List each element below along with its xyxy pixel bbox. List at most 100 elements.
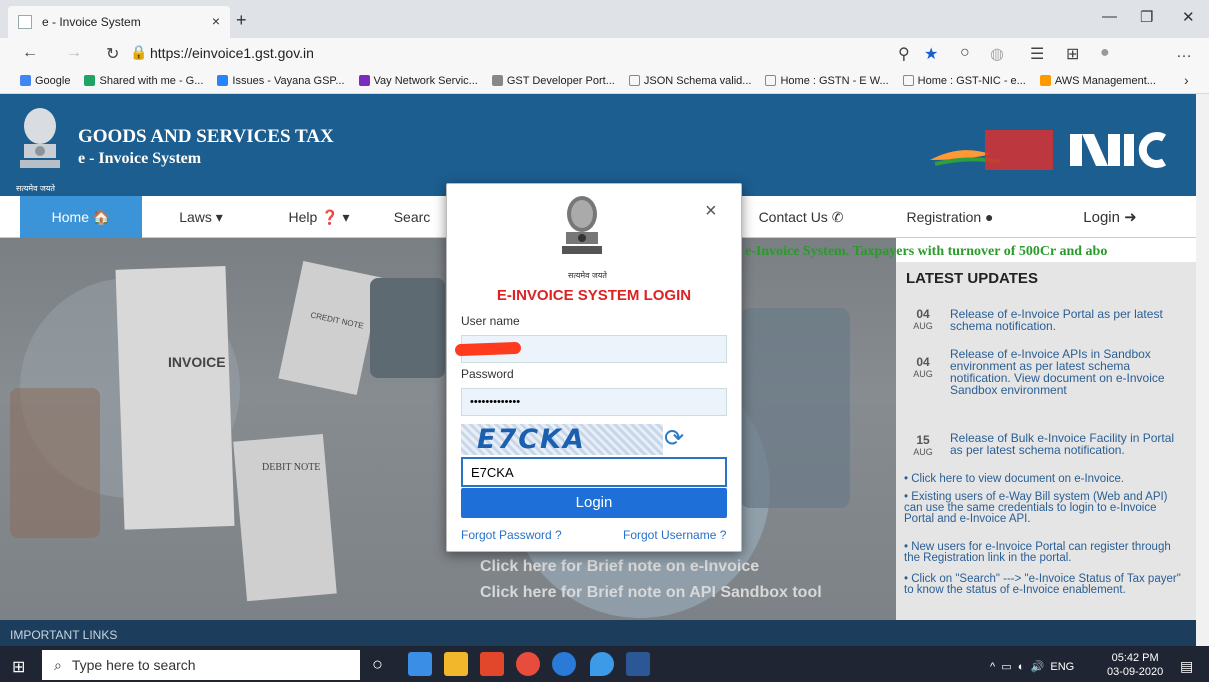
refresh-icon[interactable]: ↻ [106, 44, 119, 64]
favorites-list-icon[interactable]: ☰ [1030, 44, 1044, 64]
url-field[interactable]: https://einvoice1.gst.gov.in [150, 45, 314, 61]
username-label: User name [461, 314, 520, 328]
sublime-icon[interactable] [480, 652, 504, 676]
back-icon[interactable]: ← [22, 44, 38, 62]
tab-favicon-icon [18, 15, 32, 29]
update-item[interactable]: Release of Bulk e-Invoice Facility in Po… [950, 432, 1186, 456]
nav-search[interactable]: Searc [378, 196, 446, 238]
captcha-refresh-icon[interactable]: ⟳ [664, 424, 684, 453]
update-date: 04 AUG [913, 355, 933, 379]
favorite-star-icon[interactable]: ★ [924, 44, 938, 64]
profile-icon[interactable]: ● [1100, 44, 1110, 62]
google-icon [20, 75, 31, 86]
cortana-icon[interactable]: ○ [372, 654, 383, 675]
tab-close-icon[interactable]: × [212, 13, 220, 29]
notifications-icon[interactable]: ▤ [1180, 658, 1193, 675]
brief-note-einvoice-link[interactable]: Click here for Brief note on e-Invoice [480, 558, 759, 576]
latest-updates-title: LATEST UPDATES [906, 270, 1038, 287]
page-scrollbar[interactable] [1196, 94, 1209, 646]
national-emblem-icon [20, 108, 60, 168]
update-item[interactable]: Release of e-Invoice Portal as per lates… [950, 308, 1186, 332]
info-bullet[interactable]: • Click on "Search" ---> "e-Invoice Stat… [904, 573, 1186, 596]
update-item[interactable]: Release of e-Invoice APIs in Sandbox env… [950, 348, 1186, 396]
taskbar-clock[interactable]: 05:42 PM 03-09-2020 [1107, 651, 1163, 679]
bookmark-vay-network[interactable]: Vay Network Servic... [358, 75, 478, 87]
bookmark-aws[interactable]: AWS Management... [1039, 75, 1156, 87]
bookmark-gst-nic[interactable]: Home : GST-NIC - e... [902, 75, 1026, 87]
modal-close-icon[interactable]: × [705, 200, 717, 223]
bookmark-google[interactable]: Google [20, 75, 70, 87]
site-title: GOODS AND SERVICES TAX [78, 126, 334, 147]
emblem-motto: सत्यमेव जयते [568, 271, 607, 280]
nav-laws[interactable]: Laws ▾ [142, 196, 260, 238]
tab-title: e - Invoice System [42, 15, 141, 29]
collections-icon[interactable]: ⊞ [1066, 44, 1079, 64]
lock-icon: 🔒 [130, 44, 148, 60]
nav-registration[interactable]: Registration ● [880, 196, 1020, 238]
window-close-icon[interactable]: ✕ [1182, 8, 1195, 26]
nav-home[interactable]: Home 🏠 [20, 196, 142, 238]
announcement-marquee: e-Invoice System. Taxpayers with turnove… [745, 244, 1108, 259]
nav-contact-us[interactable]: Contact Us ✆ [742, 196, 860, 238]
sticky-notes-icon[interactable] [444, 652, 468, 676]
app-icon[interactable] [408, 652, 432, 676]
app-drop-icon[interactable] [590, 652, 614, 676]
site-subtitle: e - Invoice System [78, 150, 202, 167]
forgot-password-link[interactable]: Forgot Password ? [461, 528, 562, 542]
chrome-icon[interactable] [516, 652, 540, 676]
captcha-input[interactable]: E7CKA [461, 457, 727, 487]
drive-icon [84, 75, 96, 86]
brief-note-sandbox-link[interactable]: Click here for Brief note on API Sandbox… [480, 584, 822, 602]
info-bullet[interactable]: • Existing users of e-Way Bill system (W… [904, 491, 1186, 525]
forgot-username-link[interactable]: Forgot Username ? [623, 528, 726, 542]
menu-dots-icon[interactable]: … [1176, 44, 1192, 62]
taskbar-search[interactable]: ⌕ Type here to search [42, 650, 360, 680]
invoice-paper-label: INVOICE [168, 354, 226, 370]
app-icon [358, 75, 370, 86]
important-links-bar[interactable]: IMPORTANT LINKS [0, 620, 1196, 646]
emblem-motto: सत्यमेव जयते [16, 184, 55, 193]
password-label: Password [461, 367, 514, 381]
info-bullet[interactable]: • New users for e-Invoice Portal can reg… [904, 541, 1186, 564]
nav-login[interactable]: Login ➜ [1040, 196, 1180, 238]
national-emblem-icon [562, 196, 602, 254]
system-tray[interactable]: ^ ▭ ◐ 🔊 ENG [990, 660, 1074, 673]
password-input[interactable]: ••••••••••••• [461, 388, 727, 416]
nav-help[interactable]: Help ❓ ▾ [260, 196, 378, 238]
zoom-icon[interactable]: ⚲ [898, 44, 910, 64]
jira-icon [217, 75, 229, 86]
bookmark-vayana-issues[interactable]: Issues - Vayana GSP... [217, 75, 345, 87]
maximize-icon[interactable]: ❐ [1140, 8, 1153, 26]
national-tax-market-logo [930, 130, 1053, 170]
page-icon [902, 75, 914, 86]
forward-icon[interactable]: → [66, 44, 82, 62]
browser-tab[interactable]: e - Invoice System × [8, 6, 230, 38]
word-icon[interactable] [626, 652, 650, 676]
new-tab-button[interactable]: + [236, 10, 247, 31]
minimize-icon[interactable]: — [1102, 8, 1117, 25]
extension-icon[interactable]: ○ [960, 44, 970, 62]
captcha-image: E7CKA [461, 424, 663, 455]
extension2-icon[interactable]: ◍ [990, 44, 1004, 64]
login-title: E-INVOICE SYSTEM LOGIN [496, 287, 692, 304]
nic-logo [1070, 132, 1167, 168]
debit-note-label: DEBIT NOTE [262, 462, 321, 473]
page-icon [765, 75, 777, 86]
bookmark-gst-developer[interactable]: GST Developer Port... [491, 75, 615, 87]
login-button[interactable]: Login [461, 488, 727, 518]
bookmark-gstn-ew[interactable]: Home : GSTN - E W... [765, 75, 889, 87]
bookmarks-bar: Google Shared with me - G... Issues - Va… [0, 68, 1209, 94]
edge-icon[interactable] [552, 652, 576, 676]
update-date: 15 AUG [913, 433, 933, 457]
update-date: 04 AUG [913, 307, 933, 331]
search-icon: ⌕ [54, 656, 62, 673]
windows-start-icon[interactable]: ⊞ [12, 657, 25, 677]
page-icon [628, 75, 640, 86]
bookmarks-more-icon[interactable]: › [1184, 72, 1189, 88]
gst-icon [491, 75, 503, 86]
bookmark-json-schema[interactable]: JSON Schema valid... [628, 75, 751, 87]
redaction-mark [454, 341, 522, 357]
info-bullet[interactable]: • Click here to view document on e-Invoi… [904, 473, 1186, 485]
bookmark-drive[interactable]: Shared with me - G... [84, 75, 203, 87]
aws-icon [1039, 75, 1051, 86]
